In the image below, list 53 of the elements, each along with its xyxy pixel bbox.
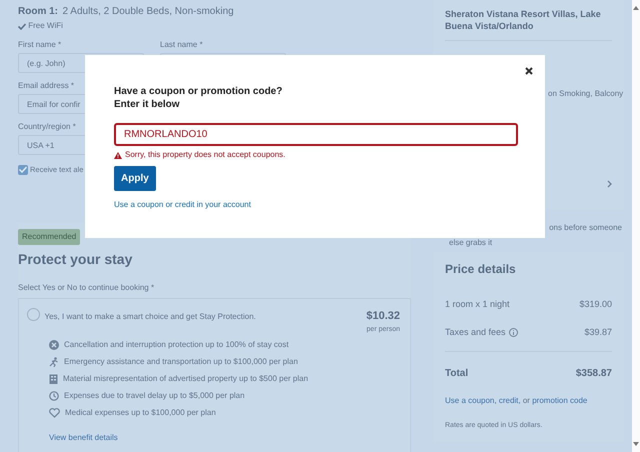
- apply-button[interactable]: Apply: [114, 166, 156, 191]
- clock-icon: [49, 390, 59, 401]
- error-message: Sorry, this property does not accept coupons.: [125, 149, 286, 161]
- account-coupon-link[interactable]: Use a coupon or credit in your account: [114, 199, 251, 211]
- benefit-text: Cancellation and interruption protection up to 100% of stay cost: [64, 338, 289, 351]
- benefit-details-link[interactable]: View benefit details: [49, 432, 118, 444]
- section-title: Protect your stay: [18, 251, 132, 268]
- price-text: $10.32: [366, 309, 400, 324]
- benefit-text: Medical expenses up to $100,000 per plan: [65, 406, 216, 419]
- room-details: 2 Adults, 2 Double Beds, Non-smoking: [62, 5, 234, 19]
- coupon-link[interactable]: Use a coupon,: [445, 396, 497, 405]
- building-icon: [49, 374, 58, 384]
- recommended-badge: Recommended: [18, 229, 80, 246]
- price-amount: $39.87: [584, 326, 612, 338]
- cancel-icon: [49, 340, 59, 350]
- warning-icon: [114, 152, 122, 158]
- total-label: Total: [445, 367, 468, 381]
- urgency-text: else grabs it: [449, 238, 492, 247]
- dialog-title: Enter it below: [114, 99, 180, 110]
- field-label: Email address *: [18, 80, 74, 92]
- radio-button[interactable]: [27, 308, 40, 322]
- dialog-title: Have a coupon or promotion code?: [114, 86, 282, 97]
- coupon-link[interactable]: credit,: [498, 396, 521, 405]
- scroll-up-icon[interactable]: [633, 6, 639, 10]
- running-person-icon: [49, 356, 59, 367]
- note-text: or: [522, 396, 530, 405]
- price-label: Taxes and fees: [445, 326, 506, 338]
- coupon-code-field[interactable]: RMNORLANDO10: [114, 123, 518, 146]
- close-button[interactable]: [525, 67, 533, 75]
- field-label: First name *: [18, 39, 62, 51]
- price-label: 1 room x 1 night: [445, 298, 510, 311]
- info-icon[interactable]: [508, 328, 518, 337]
- chevron-right-icon[interactable]: [607, 180, 612, 188]
- price-title: Price details: [445, 262, 516, 276]
- total-amount: $358.87: [576, 367, 612, 381]
- checkbox[interactable]: [18, 164, 28, 175]
- price-amount: $319.00: [579, 298, 612, 311]
- heart-icon: [49, 408, 60, 418]
- field-label: Last name *: [160, 39, 203, 51]
- benefit-text: Expenses due to travel delay up to $5,000 per plan: [64, 390, 245, 402]
- benefit-text: Material misrepresentation of advertised property up to $500 per plan: [63, 372, 308, 385]
- scroll-down-icon[interactable]: [633, 442, 639, 446]
- field-label: Country/region *: [18, 121, 76, 133]
- option-label: Yes, I want to make a smart choice and get Stay Protection.: [44, 312, 256, 322]
- prompt-text: Select Yes or No to continue booking *: [18, 283, 154, 292]
- urgency-text: ons before someone: [549, 223, 622, 232]
- room-label: Room 1:: [18, 5, 58, 19]
- room-features: on Smoking, Balcony: [548, 89, 624, 98]
- benefit-text: Emergency assistance and transportation up to $100,000 per plan: [64, 356, 298, 368]
- coupon-link[interactable]: promotion code: [532, 396, 588, 405]
- hotel-name: Sheraton Vistana Resort Villas, Lake Buena Vista/Orlando: [445, 8, 602, 32]
- amenity-text: Free WiFi: [28, 20, 63, 32]
- check-icon: [18, 22, 26, 30]
